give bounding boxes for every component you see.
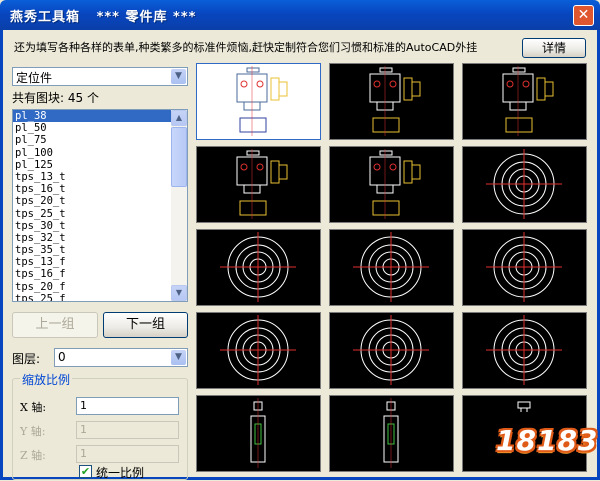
y-axis-label: Y 轴: — [20, 425, 46, 438]
list-item[interactable]: tps_20_f — [13, 281, 187, 293]
block-preview-14[interactable] — [329, 395, 454, 472]
list-item[interactable]: tps_25_f — [13, 293, 187, 301]
block-preview-11[interactable] — [329, 312, 454, 389]
scroll-down-icon[interactable]: ▼ — [171, 285, 187, 301]
layer-select-value: 0 — [58, 350, 66, 364]
layer-label: 图层: — [12, 352, 41, 366]
z-axis-label: Z 轴: — [20, 449, 46, 462]
cad-drawing-icon — [486, 232, 562, 302]
z-scale-input[interactable]: 1 — [76, 445, 179, 463]
description-text: 还为填写各种各样的表单,种类繁多的标准件烦恼,赶快定制符合您们习惯和标准的Aut… — [14, 41, 478, 54]
close-icon: ✕ — [577, 7, 590, 23]
block-preview-12[interactable] — [462, 312, 587, 389]
y-scale-input[interactable]: 1 — [76, 421, 179, 439]
title-bar[interactable]: 燕秀工具箱 *** 零件库 *** ✕ — [0, 0, 600, 30]
list-item[interactable]: pl_100 — [13, 147, 187, 159]
scroll-up-icon[interactable]: ▲ — [171, 110, 187, 126]
block-preview-13[interactable] — [196, 395, 321, 472]
block-preview-7[interactable] — [196, 229, 321, 306]
chevron-down-icon[interactable]: ▼ — [171, 69, 186, 84]
block-preview-9[interactable] — [462, 229, 587, 306]
list-item[interactable]: tps_16_f — [13, 268, 187, 280]
layer-select[interactable]: 0 ▼ — [54, 348, 188, 367]
list-item[interactable]: pl_75 — [13, 134, 187, 146]
cad-drawing-icon — [236, 149, 288, 219]
list-scrollbar[interactable]: ▲ ▼ — [171, 110, 187, 301]
next-group-button[interactable]: 下一组 — [103, 312, 188, 338]
block-preview-1[interactable] — [196, 63, 321, 140]
cad-drawing-icon — [353, 232, 429, 302]
list-item[interactable]: tps_35_t — [13, 244, 187, 256]
x-axis-label: X 轴: — [20, 401, 47, 414]
cad-drawing-icon — [220, 232, 296, 302]
block-preview-2[interactable] — [329, 63, 454, 140]
watermark-logo: 18183 — [496, 424, 599, 457]
cad-drawing-icon — [486, 315, 562, 385]
uniform-scale-label: 统一比例 — [96, 466, 145, 480]
block-preview-6[interactable] — [462, 146, 587, 223]
block-count: 共有图块: 45 个 — [12, 91, 99, 105]
chevron-down-icon[interactable]: ▼ — [171, 350, 186, 365]
close-button[interactable]: ✕ — [573, 5, 594, 26]
cad-drawing-icon — [220, 315, 296, 385]
block-preview-3[interactable] — [462, 63, 587, 140]
category-select[interactable]: 定位件 ▼ — [12, 67, 188, 86]
cad-drawing-icon — [250, 398, 266, 468]
list-item[interactable]: tps_13_t — [13, 171, 187, 183]
list-item[interactable]: tps_20_t — [13, 195, 187, 207]
uniform-scale-checkbox[interactable]: ✔ — [79, 465, 92, 478]
scrollbar-thumb[interactable] — [171, 127, 187, 187]
list-item[interactable]: pl_38 — [13, 110, 171, 123]
list-item[interactable]: tps_32_t — [13, 232, 187, 244]
block-preview-10[interactable] — [196, 312, 321, 389]
scale-group-title: 缩放比例 — [20, 371, 73, 388]
list-item[interactable]: tps_30_t — [13, 220, 187, 232]
details-button[interactable]: 详情 — [522, 38, 586, 58]
list-item[interactable]: pl_50 — [13, 122, 187, 134]
list-item[interactable]: tps_16_t — [13, 183, 187, 195]
checkmark-icon: ✔ — [80, 465, 91, 478]
cad-drawing-icon — [486, 149, 562, 219]
cad-drawing-icon — [502, 66, 554, 136]
block-preview-5[interactable] — [329, 146, 454, 223]
cad-drawing-icon — [236, 66, 288, 136]
block-preview-8[interactable] — [329, 229, 454, 306]
list-item[interactable]: pl_125 — [13, 159, 187, 171]
x-scale-input[interactable]: 1 — [76, 397, 179, 415]
category-select-value: 定位件 — [16, 71, 53, 85]
block-preview-4[interactable] — [196, 146, 321, 223]
list-item[interactable]: tps_13_f — [13, 256, 187, 268]
prev-group-button[interactable]: 上一组 — [12, 312, 98, 338]
cad-drawing-icon — [369, 66, 421, 136]
cad-drawing-icon — [369, 149, 421, 219]
window-title: 燕秀工具箱 *** 零件库 *** — [10, 10, 197, 25]
cad-drawing-icon — [383, 398, 399, 468]
block-list[interactable]: pl_38 pl_50 pl_75 pl_100 pl_125 tps_13_t tps_1… — [12, 109, 188, 302]
cad-drawing-icon — [353, 315, 429, 385]
list-item[interactable]: tps_25_t — [13, 208, 187, 220]
